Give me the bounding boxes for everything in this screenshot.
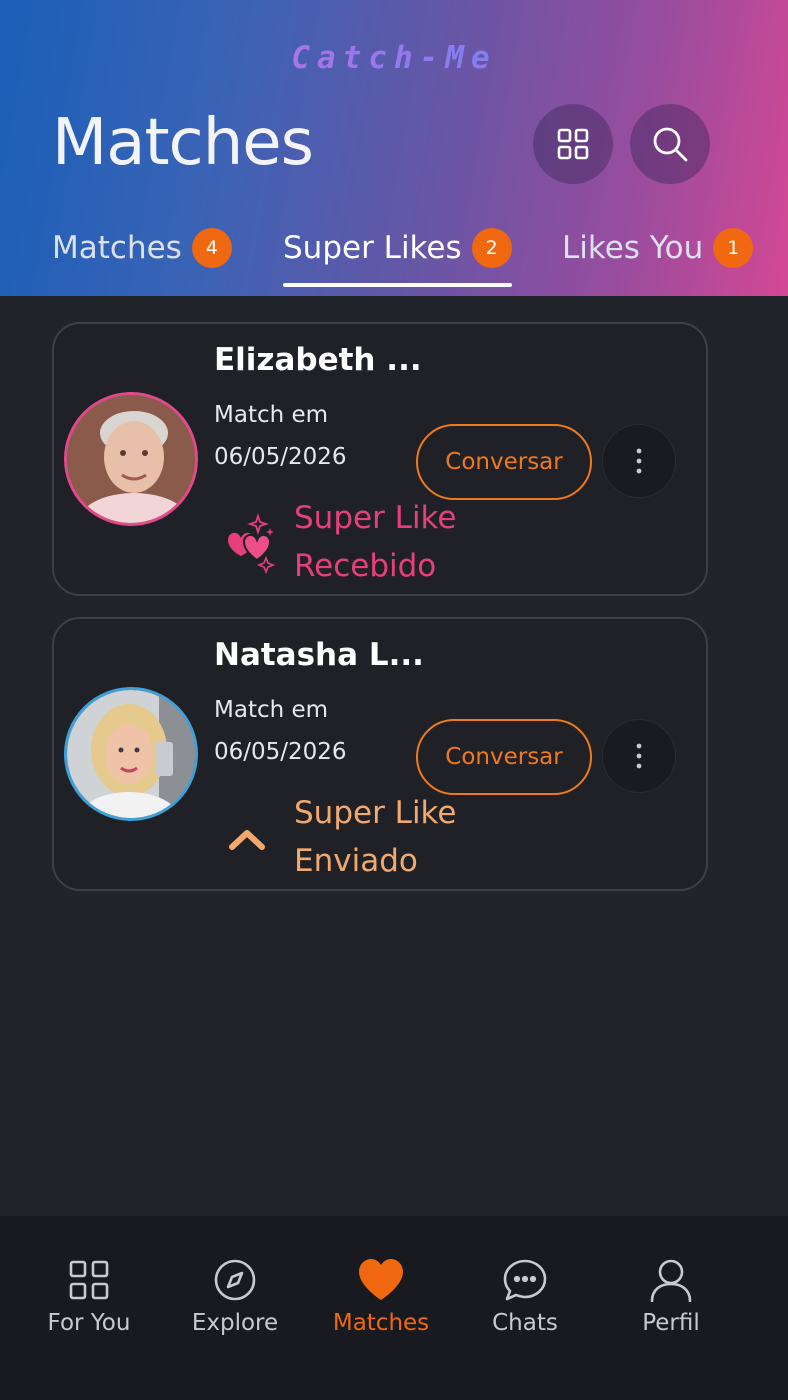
grid-icon bbox=[557, 128, 589, 160]
brand-logo: Catch-Me bbox=[0, 40, 788, 76]
match-card[interactable]: Elizabeth ... Match em 06/05/2026 Conver… bbox=[52, 322, 708, 596]
nav-explore[interactable]: Explore bbox=[162, 1258, 308, 1336]
nav-matches[interactable]: Matches bbox=[308, 1258, 454, 1336]
super-like-direction: Recebido bbox=[294, 548, 437, 584]
tab-label: Matches bbox=[52, 230, 182, 266]
match-card[interactable]: Natasha L... Match em 06/05/2026 Convers… bbox=[52, 617, 708, 891]
more-options-button[interactable] bbox=[602, 719, 676, 793]
grid-icon bbox=[69, 1260, 109, 1300]
count-badge: 2 bbox=[471, 228, 512, 268]
chat-bubble-icon bbox=[503, 1259, 547, 1301]
nav-perfil[interactable]: Perfil bbox=[598, 1258, 744, 1336]
avatar-portrait bbox=[67, 690, 195, 818]
match-date: 06/05/2026 bbox=[214, 444, 347, 470]
tab-matches[interactable]: Matches 4 bbox=[52, 226, 232, 270]
avatar[interactable] bbox=[64, 392, 198, 526]
user-icon bbox=[650, 1259, 692, 1302]
match-name: Elizabeth ... bbox=[214, 342, 422, 378]
nav-label: Matches bbox=[332, 1310, 430, 1336]
compass-icon bbox=[214, 1259, 256, 1301]
more-vertical-icon bbox=[636, 448, 642, 474]
more-vertical-icon bbox=[636, 743, 642, 769]
search-icon bbox=[653, 127, 688, 162]
nav-label: For You bbox=[47, 1310, 131, 1336]
super-like-status: Super Like bbox=[294, 500, 457, 536]
nav-for-you[interactable]: For You bbox=[16, 1258, 162, 1336]
active-tab-indicator bbox=[283, 283, 512, 287]
chevron-up-icon bbox=[229, 830, 265, 850]
more-options-button[interactable] bbox=[602, 424, 676, 498]
avatar[interactable] bbox=[64, 687, 198, 821]
super-like-direction: Enviado bbox=[294, 843, 418, 879]
header: Catch-Me Matches Matches 4 Super Likes 2… bbox=[0, 0, 788, 296]
grid-view-button[interactable] bbox=[533, 104, 613, 184]
avatar-portrait bbox=[67, 395, 195, 523]
super-like-status: Super Like bbox=[294, 795, 457, 831]
count-badge: 1 bbox=[713, 228, 754, 268]
match-label: Match em bbox=[214, 402, 329, 428]
heart-icon bbox=[359, 1259, 403, 1300]
tab-label: Super Likes bbox=[283, 230, 462, 266]
tab-label: Likes You bbox=[562, 230, 704, 266]
match-label: Match em bbox=[214, 697, 329, 723]
hearts-sparkle-icon bbox=[228, 513, 276, 575]
nav-chats[interactable]: Chats bbox=[452, 1258, 598, 1336]
search-button[interactable] bbox=[630, 104, 710, 184]
chat-button[interactable]: Conversar bbox=[416, 424, 592, 500]
match-date: 06/05/2026 bbox=[214, 739, 347, 765]
chat-button[interactable]: Conversar bbox=[416, 719, 592, 795]
count-badge: 4 bbox=[191, 228, 232, 268]
match-name: Natasha L... bbox=[214, 637, 424, 673]
nav-label: Chats bbox=[492, 1310, 558, 1336]
nav-label: Explore bbox=[191, 1310, 279, 1336]
tab-super-likes[interactable]: Super Likes 2 bbox=[283, 226, 512, 270]
page-title: Matches bbox=[52, 106, 314, 180]
bottom-navigation: For You Explore Matches Chats Perfil bbox=[0, 1216, 788, 1400]
nav-label: Perfil bbox=[642, 1310, 700, 1336]
tab-likes-you[interactable]: Likes You 1 bbox=[562, 226, 754, 270]
